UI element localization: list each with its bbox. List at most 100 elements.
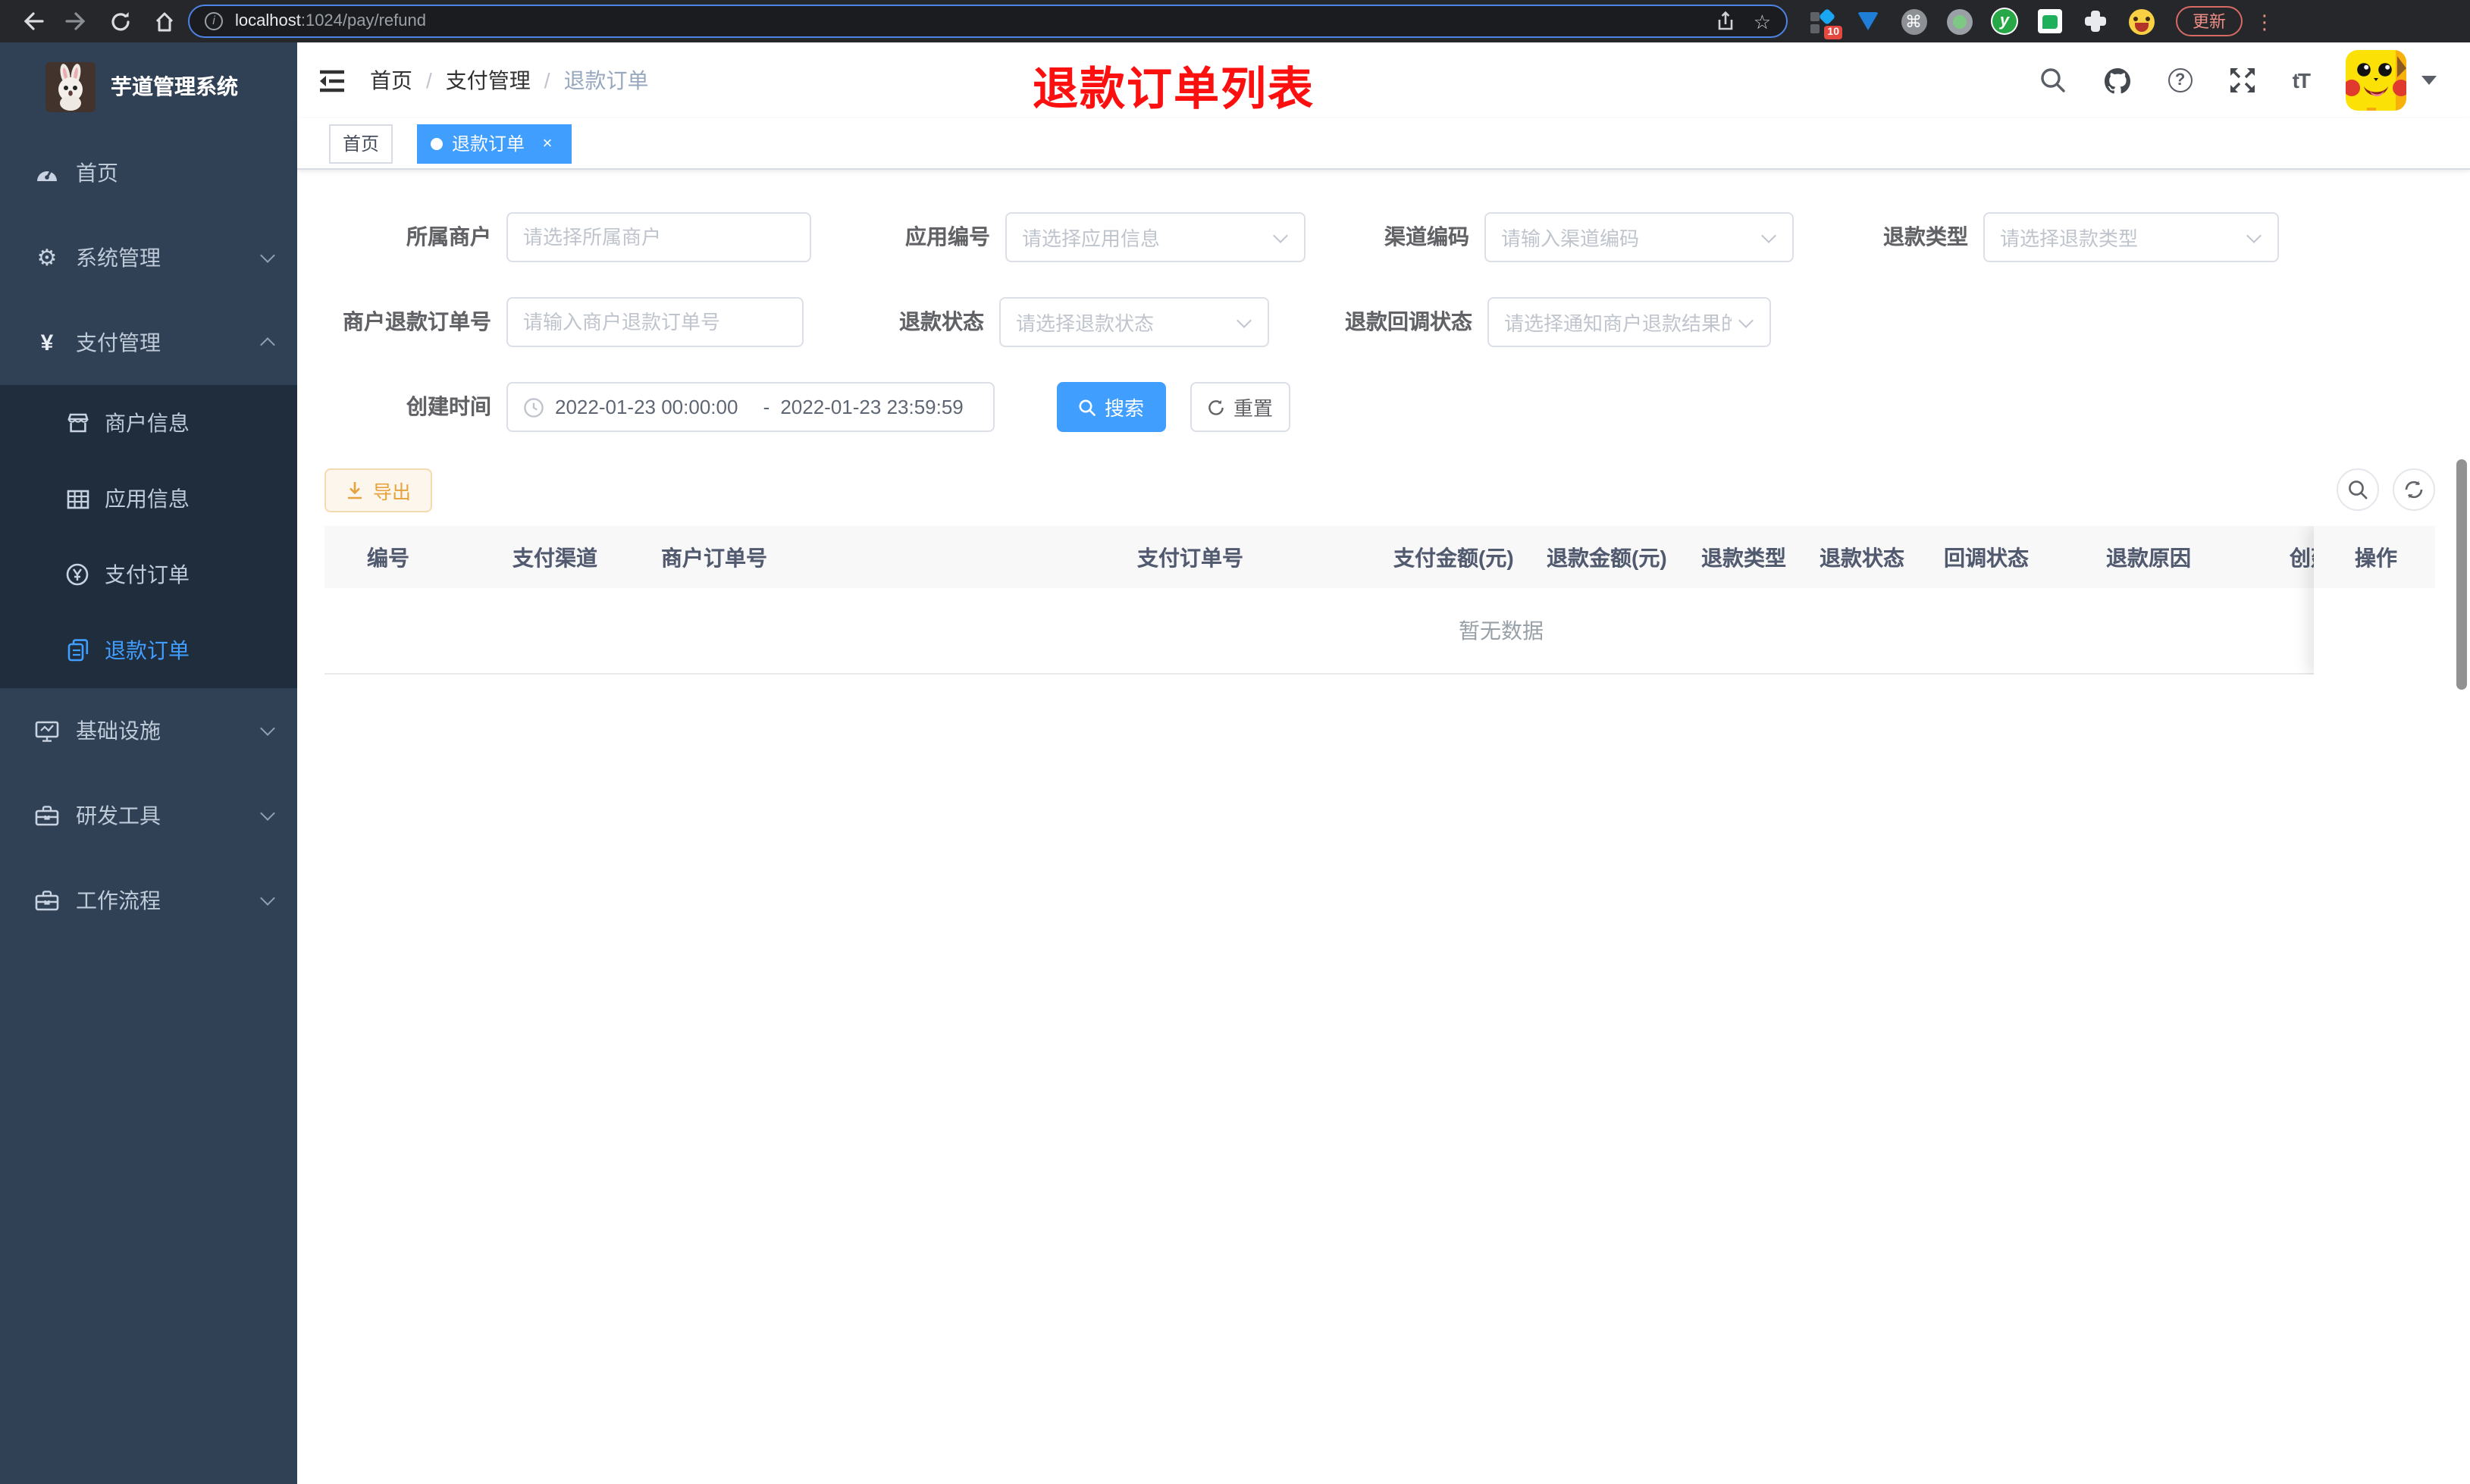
page-content: 所属商户 应用编号 请选择应用信息 渠道编码 请输入渠道编码 退款类型 请选择退… xyxy=(297,170,2470,1484)
sidebar-item-app-info[interactable]: 应用信息 xyxy=(0,461,297,537)
tab-label: 首页 xyxy=(343,133,380,155)
storefront-icon xyxy=(64,412,91,434)
filter-app-id: 应用编号 请选择应用信息 xyxy=(811,212,1306,262)
user-menu[interactable] xyxy=(2346,50,2437,111)
merchant-refund-no-field[interactable] xyxy=(523,311,787,333)
tab-refund-order[interactable]: 退款订单 × xyxy=(417,124,572,163)
refund-type-select[interactable]: 请选择退款类型 xyxy=(1983,212,2279,262)
home-icon[interactable] xyxy=(153,10,176,33)
sidebar-item-refund-order[interactable]: 退款订单 xyxy=(0,612,297,688)
sidebar-item-pay[interactable]: ¥ 支付管理 xyxy=(0,300,297,385)
chevron-down-icon xyxy=(260,248,275,263)
page-annotation-title: 退款订单列表 xyxy=(1033,65,1315,115)
chevron-down-icon xyxy=(260,721,275,736)
profile-emoji-icon[interactable] xyxy=(2127,8,2155,35)
sidebar-item-infra[interactable]: 基础设施 xyxy=(0,688,297,773)
back-icon[interactable] xyxy=(21,11,44,32)
reset-button[interactable]: 重置 xyxy=(1190,382,1290,432)
sidebar-item-merchant-info[interactable]: 商户信息 xyxy=(0,385,297,461)
app-title: 芋道管理系统 xyxy=(111,74,238,99)
toggle-search-button[interactable] xyxy=(2337,468,2379,511)
sidebar-menu: 首页 ⚙ 系统管理 ¥ 支付管理 商户信息 应用信息 支付订单 退款订单 基础设… xyxy=(0,130,297,943)
tab-close-icon[interactable]: × xyxy=(537,133,558,154)
extension-command-icon[interactable]: ⌘ xyxy=(1900,8,1927,35)
chevron-down-icon xyxy=(1738,312,1754,327)
sidebar-item-devtools[interactable]: 研发工具 xyxy=(0,773,297,858)
sidebar-logo[interactable]: 芋道管理系统 xyxy=(0,42,297,130)
search-icon[interactable] xyxy=(2039,67,2067,94)
extension-recorder-icon[interactable] xyxy=(1945,8,1973,35)
browser-update-button[interactable]: 更新 xyxy=(2176,6,2243,36)
search-icon xyxy=(1079,398,1097,416)
col-id: 编号 xyxy=(367,545,409,569)
breadcrumb-separator: / xyxy=(426,68,432,92)
tab-home[interactable]: 首页 xyxy=(329,124,393,163)
col-pay-channel: 支付渠道 xyxy=(512,545,597,569)
bookmark-star-icon[interactable]: ☆ xyxy=(1754,11,1771,31)
col-callback-status: 回调状态 xyxy=(1944,545,2029,569)
search-button-label: 搜索 xyxy=(1104,397,1144,420)
chevron-down-icon xyxy=(1273,227,1288,243)
address-bar[interactable]: i localhost:1024/pay/refund ☆ xyxy=(188,5,1788,38)
extension-y-icon[interactable]: y xyxy=(1991,8,2018,35)
breadcrumb-home[interactable]: 首页 xyxy=(370,65,412,95)
url-path: :1024/pay/refund xyxy=(300,12,426,30)
reload-icon[interactable] xyxy=(109,10,132,33)
reset-button-label: 重置 xyxy=(1233,397,1273,420)
sidebar-item-pay-order[interactable]: 支付订单 xyxy=(0,537,297,612)
date-end-value: 2022-01-23 23:59:59 xyxy=(780,396,964,418)
github-icon[interactable] xyxy=(2103,66,2132,95)
empty-data-text: 暂无数据 xyxy=(1459,618,1544,643)
breadcrumb-pay[interactable]: 支付管理 xyxy=(446,65,531,95)
col-refund-type: 退款类型 xyxy=(1701,545,1786,569)
filter-label: 渠道编码 xyxy=(1384,224,1469,249)
extension-gem-icon[interactable] xyxy=(1854,8,1882,35)
toolbox-icon xyxy=(33,805,61,826)
callback-status-select[interactable]: 请选择通知商户退款结果的 xyxy=(1487,297,1771,347)
merchant-input[interactable] xyxy=(506,212,811,262)
fixed-action-column: 操作 xyxy=(2314,526,2435,675)
filter-row-3: 创建时间 2022-01-23 00:00:00 - 2022-01-23 23… xyxy=(324,382,2470,432)
browser-menu-icon[interactable]: ⋮ xyxy=(2255,11,2274,31)
sidebar-item-system[interactable]: ⚙ 系统管理 xyxy=(0,215,297,300)
sidebar-item-home[interactable]: 首页 xyxy=(0,130,297,215)
filter-channel-code: 渠道编码 请输入渠道编码 xyxy=(1306,212,1794,262)
export-button-label: 导出 xyxy=(373,481,412,502)
clock-icon xyxy=(523,396,544,418)
sidebar-item-workflow[interactable]: 工作流程 xyxy=(0,858,297,943)
font-size-icon[interactable]: tT xyxy=(2293,68,2311,92)
forward-icon[interactable] xyxy=(65,11,88,32)
col-actions: 操作 xyxy=(2314,526,2435,588)
table-body: 暂无数据 xyxy=(324,588,2435,675)
extension-tabs-icon[interactable]: 10 xyxy=(1809,8,1842,39)
share-icon[interactable] xyxy=(1717,11,1735,32)
tabs-bar: 首页 退款订单 × xyxy=(297,118,2470,170)
date-range-picker[interactable]: 2022-01-23 00:00:00 - 2022-01-23 23:59:5… xyxy=(506,382,995,432)
yen-icon: ¥ xyxy=(40,330,54,355)
header-actions: ? tT xyxy=(2039,50,2437,111)
search-button[interactable]: 搜索 xyxy=(1057,382,1166,432)
grid-table-icon xyxy=(64,489,91,509)
app-id-select[interactable]: 请选择应用信息 xyxy=(1005,212,1306,262)
sidebar-submenu-pay: 商户信息 应用信息 支付订单 退款订单 xyxy=(0,385,297,688)
merchant-refund-no-input[interactable] xyxy=(506,297,804,347)
download-icon xyxy=(346,480,364,499)
channel-code-select[interactable]: 请输入渠道编码 xyxy=(1484,212,1794,262)
tab-label: 退款订单 xyxy=(452,133,525,155)
merchant-input-field[interactable] xyxy=(523,226,795,249)
help-icon[interactable]: ? xyxy=(2168,68,2193,92)
refund-status-select[interactable]: 请选择退款状态 xyxy=(999,297,1269,347)
fullscreen-icon[interactable] xyxy=(2229,67,2256,94)
chevron-down-icon xyxy=(2246,227,2262,243)
sidebar-item-label: 工作流程 xyxy=(76,888,161,913)
hamburger-collapse-icon[interactable] xyxy=(318,69,346,92)
page-info-icon[interactable]: i xyxy=(205,12,223,30)
extensions-puzzle-icon[interactable] xyxy=(2082,8,2109,35)
export-button[interactable]: 导出 xyxy=(324,468,433,512)
browser-toolbar: i localhost:1024/pay/refund ☆ 10 ⌘ y 更新 … xyxy=(0,0,2470,42)
extension-chat-icon[interactable] xyxy=(2036,8,2064,35)
vertical-scrollbar[interactable] xyxy=(2456,459,2467,690)
sidebar-item-label: 首页 xyxy=(76,161,118,185)
refresh-table-button[interactable] xyxy=(2393,468,2435,511)
table-header-row: 编号 支付渠道 商户订单号 支付订单号 支付金额(元) 退款金额(元) 退款类型… xyxy=(324,526,2435,588)
